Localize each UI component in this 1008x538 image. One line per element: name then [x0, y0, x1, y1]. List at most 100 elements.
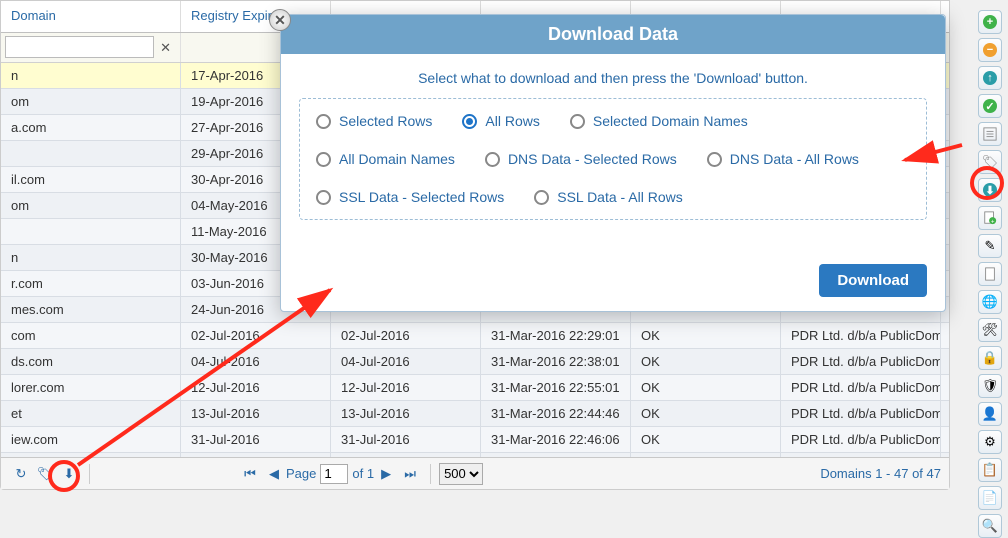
cell-reg: PDR Ltd. d/b/a PublicDom: [781, 427, 941, 452]
misc4-button[interactable]: 🔍: [978, 514, 1002, 538]
cell-domain: lorer.com: [1, 375, 181, 400]
cell-domain: iew.com: [1, 427, 181, 452]
lock-button[interactable]: 🔒: [978, 346, 1002, 370]
page-of-label: of 1: [352, 466, 374, 481]
cell-expiry: 02-Jul-2016: [181, 323, 331, 348]
page-input[interactable]: [320, 464, 348, 484]
cell-domain: [1, 219, 181, 244]
tools-button[interactable]: 🛠: [978, 318, 1002, 342]
clear-filter-icon[interactable]: ✕: [158, 40, 174, 56]
cell-domain: et: [1, 401, 181, 426]
option-label: SSL Data - Selected Rows: [339, 189, 504, 205]
option-label: Selected Rows: [339, 113, 432, 129]
prev-page-icon[interactable]: ◀: [264, 464, 284, 484]
cell-domain: [1, 141, 181, 166]
doc-button[interactable]: [978, 262, 1002, 286]
download-option[interactable]: DNS Data - Selected Rows: [485, 151, 677, 167]
cell-stat: OK: [631, 427, 781, 452]
cell-stat: OK: [631, 401, 781, 426]
radio-icon[interactable]: [534, 190, 549, 205]
option-label: All Rows: [485, 113, 539, 129]
cell-domain: n: [1, 63, 181, 88]
sync-up-button[interactable]: ↑: [978, 66, 1002, 90]
cell-expiry: 12-Jul-2016: [181, 375, 331, 400]
cell-domain: n: [1, 245, 181, 270]
list-button[interactable]: [978, 122, 1002, 146]
download-button[interactable]: Download: [819, 264, 927, 297]
download-button[interactable]: ⬇: [978, 178, 1002, 202]
close-icon[interactable]: ✕: [269, 9, 291, 31]
radio-icon[interactable]: [316, 114, 331, 129]
cell-c: 31-Jul-2016: [331, 427, 481, 452]
svg-text:+: +: [991, 218, 995, 225]
first-page-icon[interactable]: ⏮: [240, 464, 260, 484]
side-toolbar: + − ↑ ✓ 🏷 ⬇ + ✎ 🌐 🛠 🔒 🛡 👤 ⚙ 📋 📄 🔍: [978, 10, 1006, 538]
cell-stat: OK: [631, 323, 781, 348]
cell-sync: 31-Mar-2016 22:46:06: [481, 427, 631, 452]
tag-icon[interactable]: 🏷: [35, 464, 55, 484]
table-row[interactable]: ds.com04-Jul-201604-Jul-201631-Mar-2016 …: [1, 349, 949, 375]
cell-sync: 31-Mar-2016 22:44:46: [481, 401, 631, 426]
radio-icon[interactable]: [316, 190, 331, 205]
download-option[interactable]: SSL Data - All Rows: [534, 189, 683, 205]
cell-c: 12-Jul-2016: [331, 375, 481, 400]
modal-title: Download Data: [281, 15, 945, 54]
misc3-button[interactable]: 📄: [978, 486, 1002, 510]
cell-stat: OK: [631, 349, 781, 374]
cell-sync: 31-Mar-2016 22:38:01: [481, 349, 631, 374]
table-row[interactable]: lorer.com12-Jul-201612-Jul-201631-Mar-20…: [1, 375, 949, 401]
radio-icon[interactable]: [570, 114, 585, 129]
last-page-icon[interactable]: ⏭: [400, 464, 420, 484]
cell-expiry: 31-Jul-2016: [181, 427, 331, 452]
cell-c: 04-Jul-2016: [331, 349, 481, 374]
pager: ↻ 🏷 ⬇ ⏮ ◀ Page of 1 ▶ ⏭ 500 Domains 1 - …: [1, 457, 949, 489]
cell-c: 13-Jul-2016: [331, 401, 481, 426]
cell-sync: 31-Mar-2016 22:29:01: [481, 323, 631, 348]
option-label: SSL Data - All Rows: [557, 189, 683, 205]
page-label: Page: [286, 466, 316, 481]
radio-icon[interactable]: [485, 152, 500, 167]
col-header-domain[interactable]: Domain: [1, 1, 181, 32]
download-option[interactable]: All Domain Names: [316, 151, 455, 167]
cell-reg: PDR Ltd. d/b/a PublicDom: [781, 375, 941, 400]
table-row[interactable]: et13-Jul-201613-Jul-201631-Mar-2016 22:4…: [1, 401, 949, 427]
globe-button[interactable]: 🌐: [978, 290, 1002, 314]
cell-expiry: 13-Jul-2016: [181, 401, 331, 426]
tag-button[interactable]: 🏷: [978, 150, 1002, 174]
shield-button[interactable]: 🛡: [978, 374, 1002, 398]
download-option[interactable]: Selected Domain Names: [570, 113, 748, 129]
cell-domain: mes.com: [1, 297, 181, 322]
cell-domain: il.com: [1, 167, 181, 192]
cell-domain: a.com: [1, 115, 181, 140]
misc1-button[interactable]: ⚙: [978, 430, 1002, 454]
refresh-icon[interactable]: ↻: [11, 464, 31, 484]
next-page-icon[interactable]: ▶: [376, 464, 396, 484]
table-row[interactable]: iew.com31-Jul-201631-Jul-201631-Mar-2016…: [1, 427, 949, 453]
option-label: All Domain Names: [339, 151, 455, 167]
download-option[interactable]: All Rows: [462, 113, 539, 129]
table-row[interactable]: com02-Jul-201602-Jul-201631-Mar-2016 22:…: [1, 323, 949, 349]
cell-domain: r.com: [1, 271, 181, 296]
page-size-select[interactable]: 500: [439, 463, 483, 485]
cell-reg: PDR Ltd. d/b/a PublicDom: [781, 323, 941, 348]
download-icon[interactable]: ⬇: [59, 464, 79, 484]
radio-icon[interactable]: [707, 152, 722, 167]
cell-expiry: 04-Jul-2016: [181, 349, 331, 374]
misc2-button[interactable]: 📋: [978, 458, 1002, 482]
confirm-button[interactable]: ✓: [978, 94, 1002, 118]
add-button[interactable]: +: [978, 10, 1002, 34]
user-button[interactable]: 👤: [978, 402, 1002, 426]
options-frame: Selected Rows All Rows Selected Domain Nam…: [299, 98, 927, 220]
add-doc-button[interactable]: +: [978, 206, 1002, 230]
download-option[interactable]: Selected Rows: [316, 113, 432, 129]
edit-button[interactable]: ✎: [978, 234, 1002, 258]
domain-filter-input[interactable]: [5, 36, 154, 58]
remove-button[interactable]: −: [978, 38, 1002, 62]
download-option[interactable]: SSL Data - Selected Rows: [316, 189, 504, 205]
radio-icon[interactable]: [316, 152, 331, 167]
cell-domain: ds.com: [1, 349, 181, 374]
radio-icon[interactable]: [462, 114, 477, 129]
option-label: Selected Domain Names: [593, 113, 748, 129]
cell-sync: 31-Mar-2016 22:55:01: [481, 375, 631, 400]
download-option[interactable]: DNS Data - All Rows: [707, 151, 859, 167]
